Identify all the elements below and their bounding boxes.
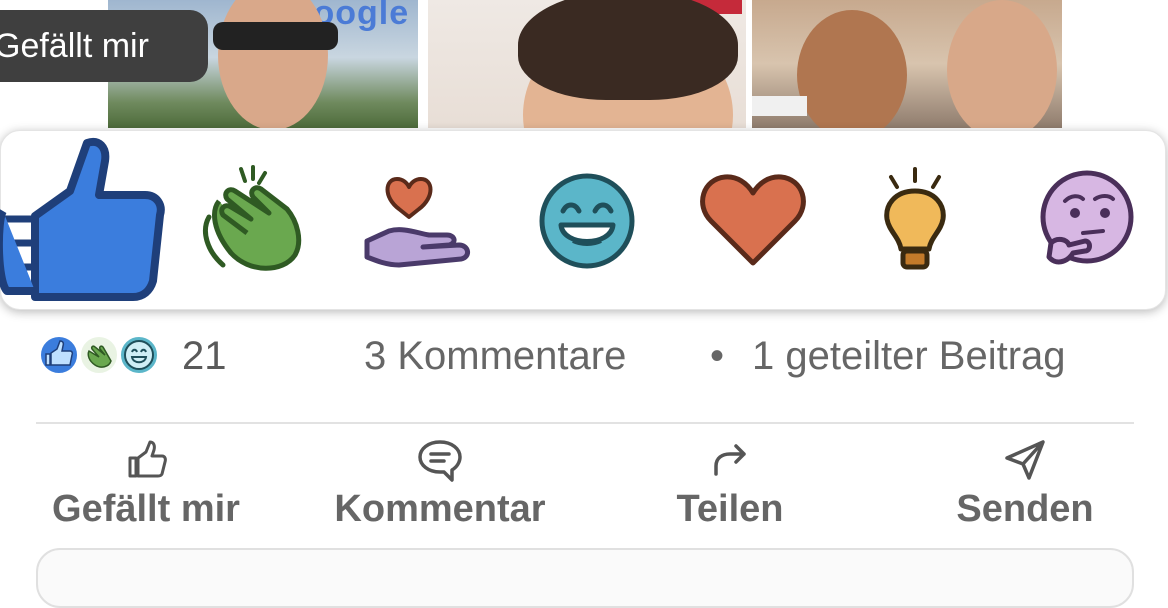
photo-3[interactable] [752,0,1062,128]
send-button-label: Senden [956,488,1094,530]
comment-icon [418,440,462,482]
mini-like-icon [38,334,80,376]
thumbs-up-outline-icon [128,440,167,478]
shares-count-link[interactable]: 1 geteilter Beitrag [752,334,1066,379]
reaction-insightful[interactable] [855,131,975,311]
reaction-love[interactable] [693,131,813,311]
mini-funny-icon [118,334,160,376]
send-icon [1005,440,1045,480]
divider [36,422,1134,424]
lightbulb-icon [884,167,946,270]
like-button-label: Gefällt mir [52,488,240,530]
thinking-face-icon [1040,170,1134,265]
mini-celebrate-icon [78,334,120,376]
share-arrow-icon [714,444,746,476]
comment-input[interactable] [36,548,1134,608]
comment-button[interactable]: Kommentar [320,438,560,538]
heart-in-hand-icon [364,177,470,268]
clapping-hands-icon [203,165,302,271]
reaction-curious[interactable] [1031,131,1151,311]
reaction-picker [0,130,1166,310]
thumbs-up-icon [0,138,165,301]
photo-2[interactable] [428,0,746,128]
share-button[interactable]: Teilen [660,438,800,538]
post-image-collage[interactable]: Google Gefällt mir [0,0,1168,130]
reaction-like[interactable] [0,131,175,311]
stats-separator: • [710,334,725,378]
reaction-funny[interactable] [527,131,647,311]
send-button[interactable]: Senden [940,438,1110,538]
comments-count-link[interactable]: 3 Kommentare [364,334,626,379]
share-button-label: Teilen [676,488,784,530]
reaction-count[interactable]: 21 [182,334,227,379]
heart-icon [700,174,806,266]
like-button[interactable]: Gefällt mir [40,438,252,538]
laughing-face-icon [539,173,635,269]
comment-button-label: Kommentar [334,488,546,530]
reaction-support[interactable] [359,131,479,311]
reaction-celebrate[interactable] [191,131,311,311]
reaction-tooltip: Gefällt mir [0,10,208,82]
tooltip-label: Gefällt mir [0,26,149,65]
